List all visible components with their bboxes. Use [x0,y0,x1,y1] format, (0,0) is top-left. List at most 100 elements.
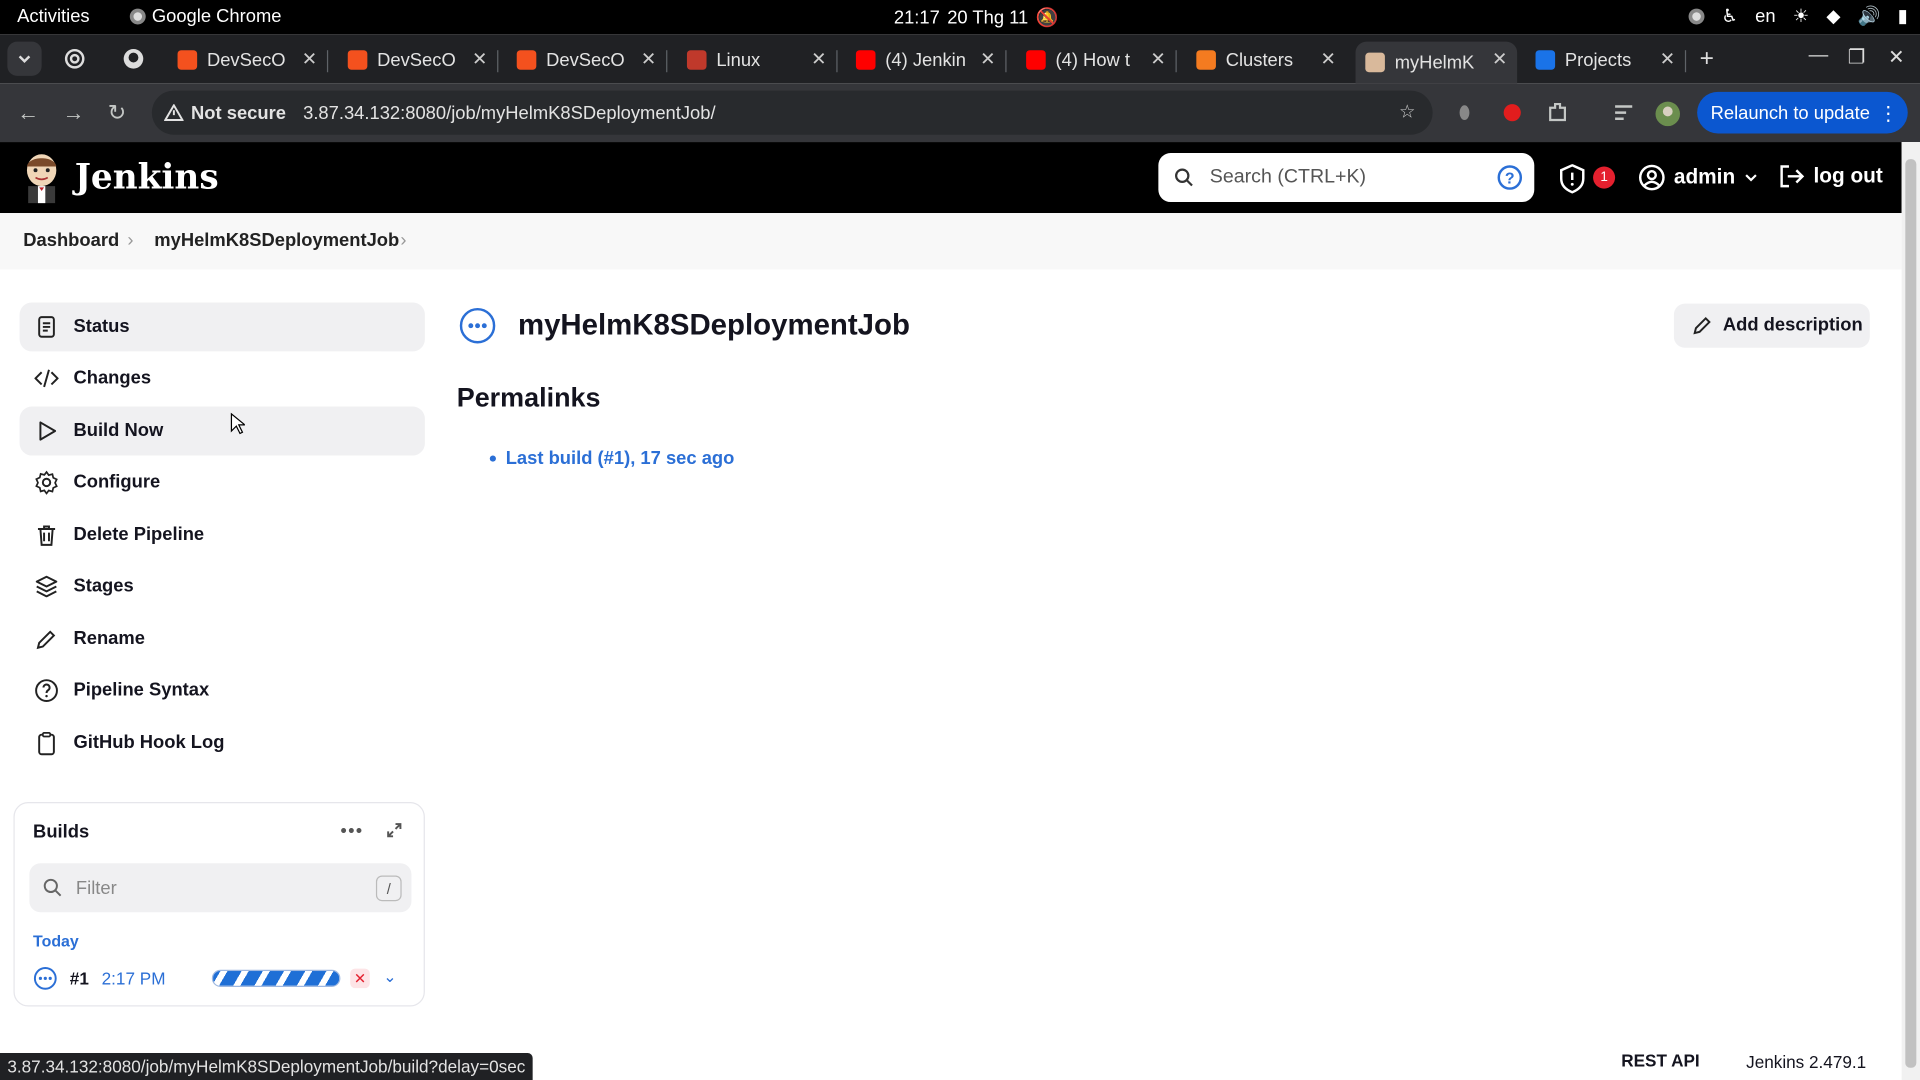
jenkins-logo[interactable] [21,152,63,204]
jenkins-title[interactable]: Jenkins [75,157,219,197]
in-progress-icon [33,966,57,990]
jenkins-header: Jenkins Search (CTRL+K) ? 1 admin log ou… [0,142,1902,214]
battery-icon: ▮ [1897,6,1908,27]
clock[interactable]: 21:17 20 Thg 11 🔕 [894,6,1059,28]
tab-4[interactable]: Linux ✕ [677,42,838,79]
forward-button[interactable]: → [62,100,84,126]
search-placeholder: Search (CTRL+K) [1209,166,1367,188]
breadcrumb-job[interactable]: myHelmK8SDeploymentJob [154,230,399,251]
sidebar-item-github-hook-log[interactable]: GitHub Hook Log [20,719,425,768]
expand-icon[interactable] [386,822,403,839]
os-top-bar: Activities Google Chrome 21:17 20 Thg 11… [0,0,1920,35]
filter-shortcut-hint: / [375,875,402,902]
sidebar-item-delete-pipeline[interactable]: Delete Pipeline [20,511,425,560]
reload-button[interactable]: ↻ [108,100,126,126]
minimize-button[interactable]: — [1809,45,1829,67]
code-icon [34,369,59,388]
bookmark-star-icon[interactable]: ☆ [1399,100,1415,123]
build-number[interactable]: #1 [70,969,89,989]
volume-icon: 🔊 [1857,6,1881,27]
logout-link[interactable]: log out [1778,164,1883,188]
input-language: en [1755,5,1776,27]
build-row[interactable]: #1 2:17 PM ✕ ⌄ [33,964,413,993]
security-shield-icon[interactable] [1559,164,1586,194]
breadcrumb-dashboard[interactable]: Dashboard [23,230,119,251]
scrollbar-thumb[interactable] [1905,159,1917,1068]
sidebar-item-status[interactable]: Status [19,302,425,352]
new-tab-button[interactable]: + [1700,45,1714,73]
jenkins-version-link[interactable]: Jenkins 2.479.1 [1746,1052,1866,1072]
tab-9[interactable]: Projects ✕ [1526,42,1687,79]
search-help-icon[interactable]: ? [1497,165,1523,190]
sidebar-item-build-now[interactable]: Build Now [19,406,425,456]
page-scrollbar[interactable] [1901,142,1920,1080]
profile-avatar[interactable] [1654,100,1681,127]
builds-group-label: Today [33,931,79,951]
tab-6[interactable]: (4) How t ✕ [1016,42,1177,79]
rest-api-link[interactable]: REST API [1621,1051,1699,1071]
system-tray[interactable]: ♿ en ☀ ◆ 🔊 ▮ [1688,5,1908,27]
relaunch-label: Relaunch to update [1710,102,1870,124]
gear-icon [35,470,58,495]
tab-close-icon[interactable]: ✕ [302,48,317,70]
activities-button[interactable]: Activities [17,6,89,27]
extension-icon[interactable] [1455,100,1479,124]
tab-close-icon[interactable]: ✕ [1660,48,1675,70]
tab-3[interactable]: DevSecO ✕ [507,42,668,79]
maximize-button[interactable]: ❐ [1848,45,1866,69]
search-box[interactable]: Search (CTRL+K) ? [1158,153,1535,203]
chrome-menu-icon[interactable]: ⋮ [1878,102,1898,126]
tab-8[interactable]: myHelmK ✕ [1355,41,1518,84]
breadcrumb-menu-chevron-icon[interactable]: › [400,230,406,251]
tab-favicon-icon [516,50,537,70]
media-control-icon[interactable] [1611,100,1635,124]
alert-count-badge[interactable]: 1 [1593,166,1616,189]
permalink-last-build[interactable]: Last build (#1), 17 sec ago [506,448,735,469]
tab-strip: DevSecO ✕ DevSecO ✕ DevSecO ✕ Linux ✕ (4) Jenkin… [0,34,1920,84]
close-window-button[interactable]: ✕ [1888,45,1904,69]
builds-filter-input[interactable]: Filter / [29,863,412,913]
address-bar[interactable]: Not secure 3.87.34.132:8080/job/myHelmK8… [151,90,1433,135]
tab-7[interactable]: Clusters ✕ [1187,42,1346,79]
tab-close-icon[interactable]: ✕ [1321,48,1336,70]
jenkins-butler-icon [26,154,57,204]
relaunch-button[interactable]: Relaunch to update ⋮ [1697,91,1908,134]
more-options-icon[interactable]: ••• [340,820,363,841]
chrome-tray-icon [1688,7,1705,24]
logout-icon [1780,165,1805,188]
tab-close-icon[interactable]: ✕ [980,48,995,70]
tab-separator [497,50,499,73]
record-extension-icon[interactable] [1500,100,1524,124]
tab-close-icon[interactable]: ✕ [1150,48,1165,70]
build-menu-chevron-icon[interactable]: ⌄ [383,967,396,987]
sidebar-item-configure[interactable]: Configure [20,458,425,507]
cancel-build-button[interactable]: ✕ [350,968,370,989]
user-menu[interactable]: admin [1638,164,1758,191]
tab-close-icon[interactable]: ✕ [1492,48,1507,70]
permalinks-heading: Permalinks [456,382,601,413]
clock-time: 21:17 [893,6,940,28]
back-button[interactable]: ← [17,100,39,126]
sidebar-item-rename[interactable]: Rename [20,615,425,664]
tab-search-button[interactable] [7,41,42,76]
tab-close-icon[interactable]: ✕ [811,48,826,70]
brightness-icon: ☀ [1792,6,1810,27]
sidebar-item-pipeline-syntax[interactable]: Pipeline Syntax [20,666,425,715]
app-menu[interactable]: Google Chrome [129,6,281,27]
sidebar-item-stages[interactable]: Stages [20,562,425,611]
tab-2[interactable]: DevSecO ✕ [338,42,499,79]
security-indicator[interactable]: Not secure [164,102,286,123]
tab-favicon-icon [177,50,198,70]
sidebar-item-changes[interactable]: Changes [20,354,425,403]
add-description-button[interactable]: Add description [1673,303,1870,348]
tab-separator [666,50,668,73]
pinned-tab-chatgpt[interactable] [60,44,89,73]
permalink-list-item[interactable]: Last build (#1), 17 sec ago [489,448,735,469]
tab-1[interactable]: DevSecO ✕ [168,42,329,79]
pinned-tab-github[interactable] [119,44,148,73]
build-time[interactable]: 2:17 PM [102,969,166,989]
tab-5[interactable]: (4) Jenkin ✕ [846,42,1007,79]
puzzle-icon[interactable] [1545,100,1569,124]
tab-close-icon[interactable]: ✕ [472,48,487,70]
tab-close-icon[interactable]: ✕ [641,48,656,70]
